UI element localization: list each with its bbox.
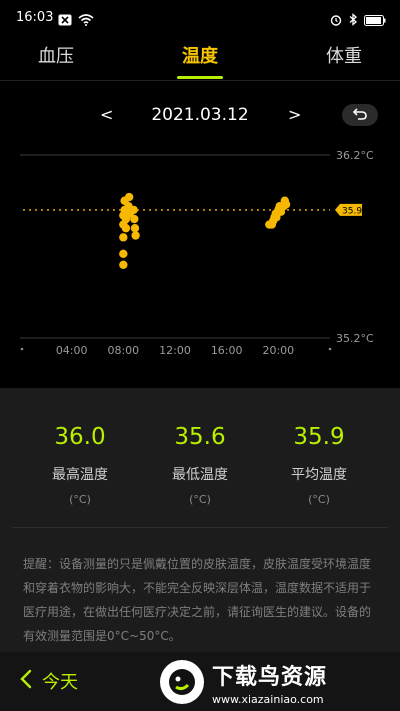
- x-axis-start-dot: [20, 347, 24, 351]
- today-button[interactable]: 今天: [20, 668, 78, 694]
- data-point: [281, 200, 291, 209]
- bluetooth-icon: [348, 11, 358, 30]
- stat-average: 35.9 平均温度 (°C): [259, 424, 379, 506]
- tab-temperature[interactable]: 温度: [182, 42, 218, 68]
- average-badge-label: 35.9: [342, 206, 362, 216]
- stat-max-label: 最高温度: [52, 467, 108, 483]
- data-point: [119, 260, 128, 269]
- y-max-label: 36.2°C: [336, 149, 374, 162]
- temperature-chart: 36.2°C 35.2°C 35.9 04:00 08:00 12:00 16:00 20:0…: [20, 149, 374, 357]
- data-point: [121, 224, 131, 233]
- chevron-left-icon: [20, 669, 32, 693]
- date-navigator: 2021.03.12 < >: [0, 105, 400, 127]
- watermark-title: 下载鸟资源: [212, 664, 328, 690]
- stat-min-unit: (°C): [189, 493, 211, 506]
- stat-max-unit: (°C): [69, 493, 91, 506]
- active-tab-indicator: [177, 76, 223, 79]
- x-tick-label: 20:00: [262, 344, 294, 357]
- x-tick-label: 16:00: [211, 344, 243, 357]
- alarm-icon: [330, 11, 342, 30]
- data-point: [119, 249, 128, 259]
- data-point: [130, 214, 139, 224]
- y-min-label: 35.2°C: [336, 332, 374, 345]
- data-point: [130, 224, 140, 233]
- watermark-url: www.xiazainiao.com: [212, 692, 324, 706]
- notification-icon: [58, 11, 72, 30]
- status-time: 16:03: [16, 10, 54, 25]
- today-label: 今天: [42, 672, 78, 693]
- stat-max-value: 36.0: [54, 424, 106, 450]
- stat-average-unit: (°C): [308, 493, 330, 506]
- data-point: [131, 231, 140, 240]
- stat-min-label: 最低温度: [172, 467, 228, 483]
- x-axis-end-dot: [328, 347, 332, 351]
- stat-min-value: 35.6: [174, 424, 226, 450]
- watermark: 下载鸟资源 www.xiazainiao.com: [160, 655, 392, 709]
- watermark-logo: [160, 660, 204, 704]
- measurement-notice: 提醒：设备测量的只是佩戴位置的皮肤温度，皮肤温度受环境温度和穿着衣物的影响大，不…: [23, 557, 372, 643]
- next-day-button[interactable]: >: [288, 105, 301, 124]
- status-bar: 16:03: [0, 0, 400, 36]
- prev-day-button[interactable]: <: [100, 105, 113, 124]
- tab-bar: 血压 温度 体重: [0, 36, 400, 81]
- data-point: [129, 205, 138, 215]
- stat-min: 35.6 最低温度 (°C): [140, 424, 260, 506]
- stat-max: 36.0 最高温度 (°C): [20, 424, 140, 506]
- battery-icon: [364, 11, 386, 30]
- data-point: [119, 233, 128, 242]
- tab-blood-pressure[interactable]: 血压: [38, 42, 74, 68]
- x-tick-label: 04:00: [56, 344, 88, 357]
- wifi-icon: [78, 11, 94, 30]
- return-button[interactable]: [342, 104, 378, 126]
- current-date: 2021.03.12: [151, 105, 249, 125]
- x-tick-label: 08:00: [107, 344, 139, 357]
- undo-arrow-icon: [352, 106, 368, 125]
- tab-weight[interactable]: 体重: [326, 42, 362, 68]
- data-point: [124, 192, 134, 202]
- stats-panel: 36.0 最高温度 (°C) 35.6 最低温度 (°C) 35.9 平均温度 …: [0, 388, 400, 528]
- x-tick-label: 12:00: [159, 344, 191, 357]
- stat-average-value: 35.9: [293, 424, 345, 450]
- stat-average-label: 平均温度: [291, 467, 347, 483]
